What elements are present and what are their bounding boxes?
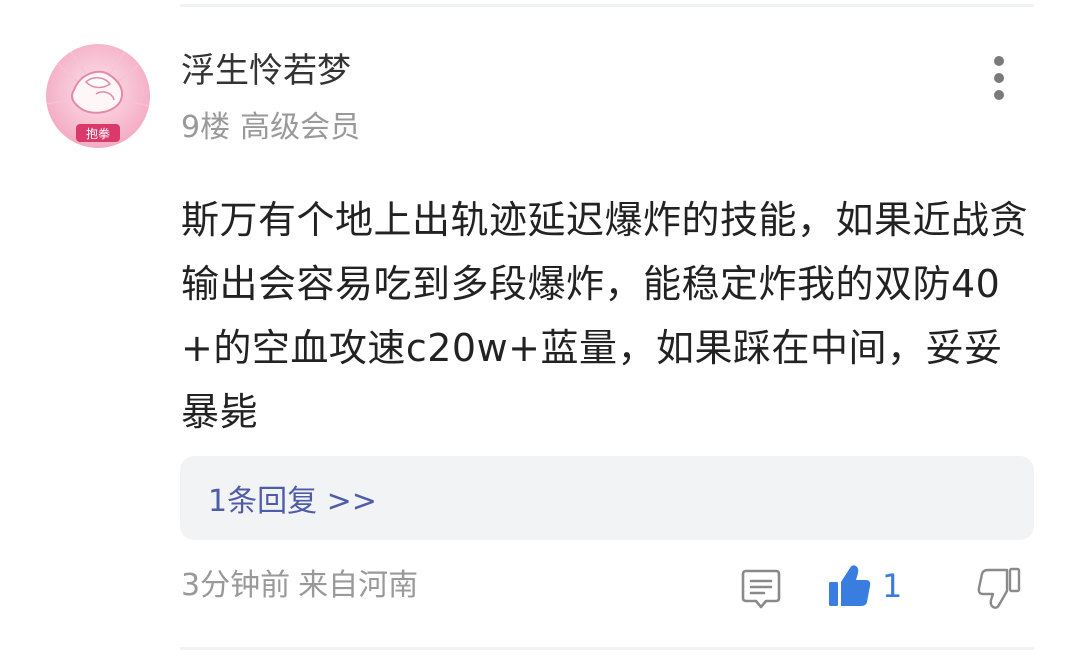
bottom-divider — [180, 647, 1034, 650]
replies-preview[interactable]: 1条回复 >> — [180, 456, 1034, 540]
comment-icon — [741, 569, 781, 609]
post-location: 来自河南 — [298, 568, 419, 603]
more-vertical-icon-dot — [994, 73, 1004, 83]
like-button[interactable]: 1 — [826, 562, 902, 610]
member-level-badge: 高级会员 — [240, 110, 361, 145]
view-replies-link[interactable]: 1条回复 >> — [208, 476, 377, 520]
like-count: 1 — [882, 567, 903, 605]
username[interactable]: 浮生怜若梦 — [181, 48, 351, 94]
comment-text: 斯万有个地上出轨迹延迟爆炸的技能，如果近战贪输出会容易吃到多段爆炸，能稳定炸我的… — [181, 198, 1029, 434]
avatar-caption: 抱拳 — [86, 126, 110, 141]
dislike-button[interactable] — [976, 566, 1022, 612]
comment-footer-info: 3分钟前 来自河南 — [181, 566, 418, 606]
more-vertical-icon-dot — [994, 90, 1004, 100]
thumbs-up-icon — [829, 565, 871, 606]
top-divider — [180, 4, 1034, 7]
more-options-button[interactable] — [978, 52, 1020, 104]
thumbs-down-icon — [977, 567, 1021, 609]
avatar[interactable]: 抱拳 — [46, 44, 150, 148]
more-vertical-icon — [994, 56, 1004, 66]
floor-number: 9楼 — [181, 110, 231, 145]
reply-button[interactable] — [738, 566, 784, 612]
user-meta: 9楼 高级会员 — [181, 108, 360, 148]
comment-card: 抱拳 浮生怜若梦 9楼 高级会员 斯万有个地上出轨迹延迟爆炸的技能，如果近战贪输出… — [0, 0, 1080, 656]
avatar-image: 抱拳 — [46, 44, 150, 148]
post-time: 3分钟前 — [181, 568, 291, 603]
